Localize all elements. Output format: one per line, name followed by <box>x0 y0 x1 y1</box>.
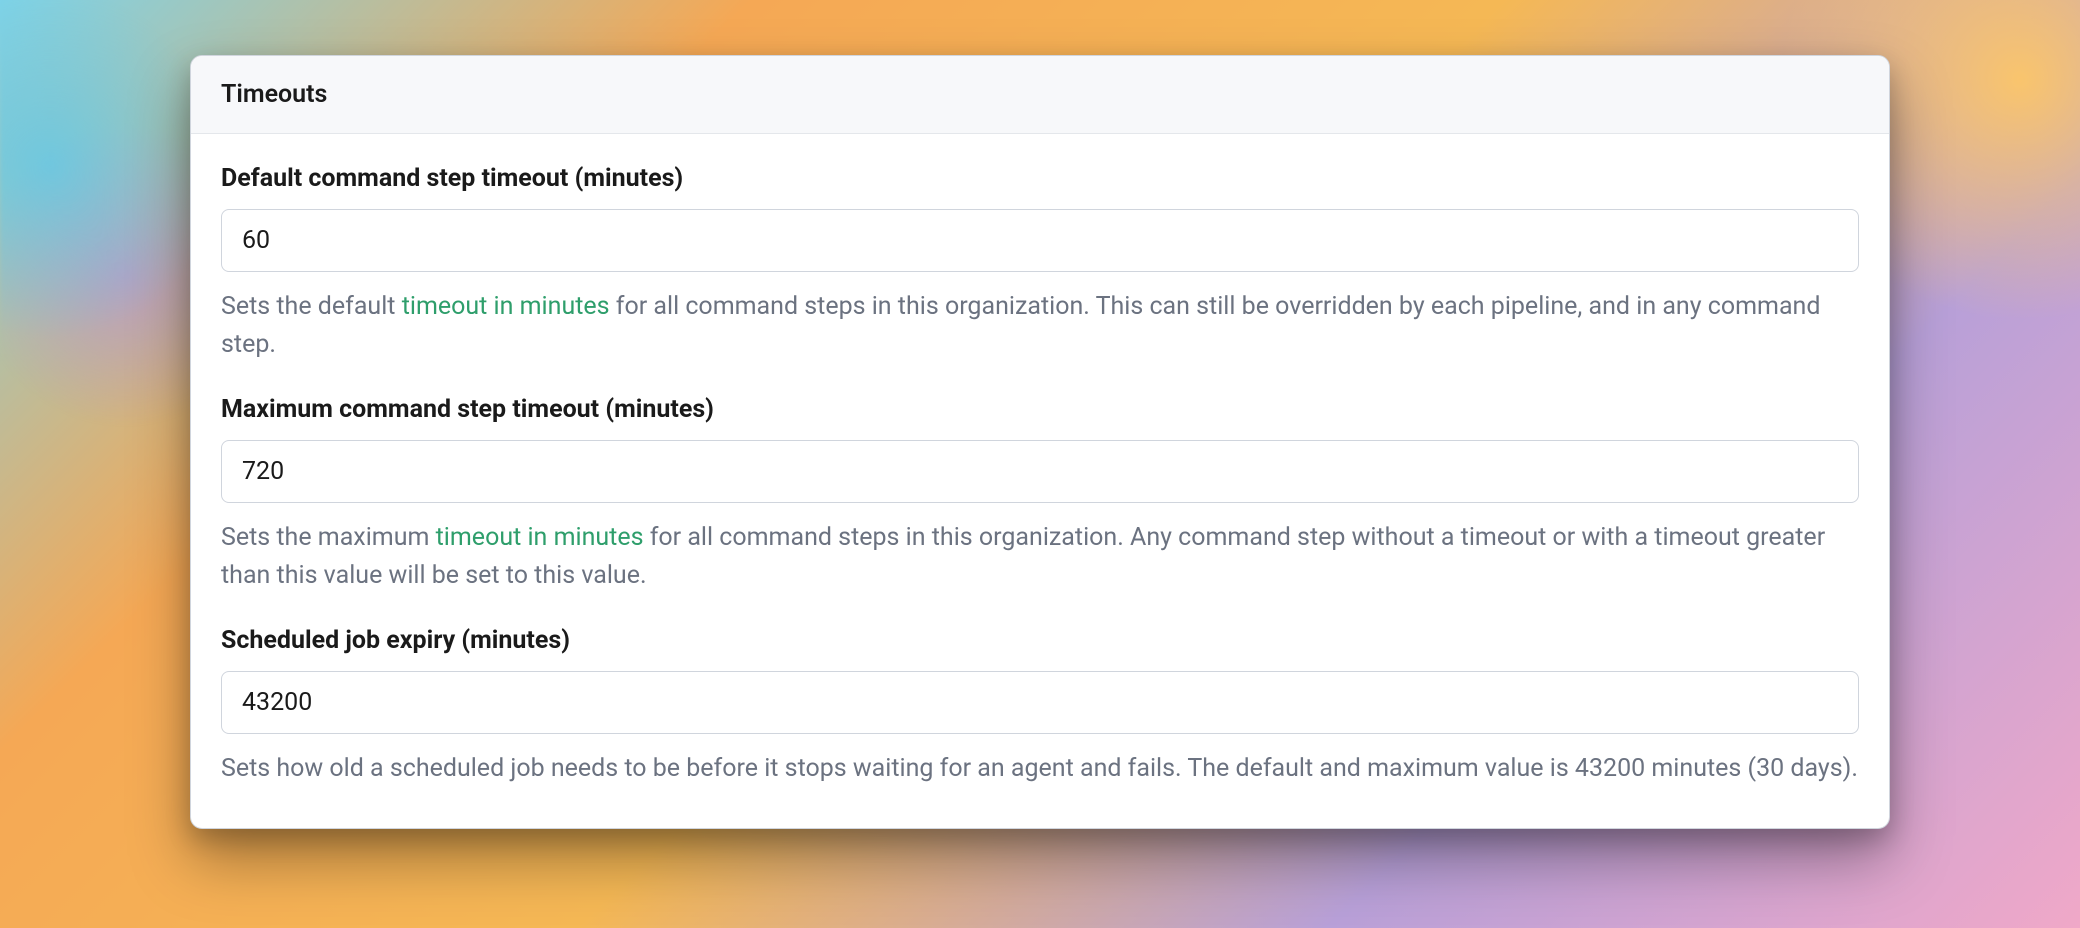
max-timeout-field: Maximum command step timeout (minutes) S… <box>221 395 1859 594</box>
panel-header: Timeouts <box>191 56 1889 134</box>
job-expiry-label: Scheduled job expiry (minutes) <box>221 626 1859 655</box>
job-expiry-help: Sets how old a scheduled job needs to be… <box>221 750 1859 788</box>
help-text-before: Sets the maximum <box>221 523 436 552</box>
default-timeout-help: Sets the default timeout in minutes for … <box>221 288 1859 363</box>
timeout-docs-link[interactable]: timeout in minutes <box>402 292 610 321</box>
default-timeout-field: Default command step timeout (minutes) S… <box>221 164 1859 363</box>
timeout-docs-link[interactable]: timeout in minutes <box>436 523 644 552</box>
default-timeout-input[interactable] <box>221 209 1859 272</box>
panel-body: Default command step timeout (minutes) S… <box>191 134 1889 828</box>
timeouts-panel: Timeouts Default command step timeout (m… <box>190 55 1890 829</box>
panel-title: Timeouts <box>221 80 1859 109</box>
job-expiry-input[interactable] <box>221 671 1859 734</box>
max-timeout-label: Maximum command step timeout (minutes) <box>221 395 1859 424</box>
help-text-before: Sets the default <box>221 292 402 321</box>
job-expiry-field: Scheduled job expiry (minutes) Sets how … <box>221 626 1859 788</box>
default-timeout-label: Default command step timeout (minutes) <box>221 164 1859 193</box>
max-timeout-input[interactable] <box>221 440 1859 503</box>
max-timeout-help: Sets the maximum timeout in minutes for … <box>221 519 1859 594</box>
